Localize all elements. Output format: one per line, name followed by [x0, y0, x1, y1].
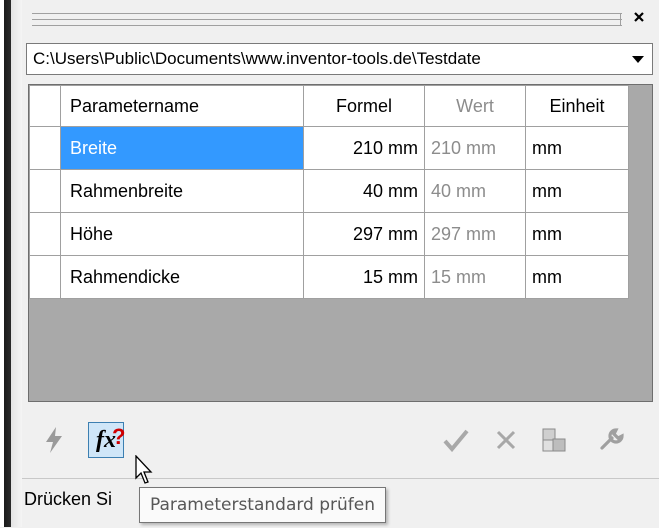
document-path-dropdown[interactable]: C:\Users\Public\Documents\www.inventor-t… [26, 43, 653, 75]
titlebar-grip-end [620, 13, 621, 26]
cell-einheit[interactable]: mm [525, 126, 629, 170]
delete-x-icon [496, 430, 516, 450]
column-header-einheit[interactable]: Einheit [525, 85, 629, 127]
blocks-button[interactable] [536, 422, 572, 458]
close-icon [634, 12, 644, 22]
column-header-formel[interactable]: Formel [303, 85, 425, 127]
column-header-wert[interactable]: Wert [424, 85, 526, 127]
lightning-icon [46, 427, 62, 453]
cell-formel[interactable]: 15 mm [303, 255, 425, 299]
dropdown-arrow-button[interactable] [624, 44, 652, 74]
fx-check-icon: fx? [96, 423, 126, 453]
row-header[interactable] [29, 212, 61, 256]
panel-titlebar[interactable] [22, 0, 659, 38]
parameter-grid: Parametername Formel Wert Einheit Breite… [28, 84, 653, 402]
document-path-value: C:\Users\Public\Documents\www.inventor-t… [33, 49, 481, 68]
row-header[interactable] [29, 126, 61, 170]
parameter-standard-check-button[interactable]: fx? [88, 422, 126, 458]
parameter-panel: C:\Users\Public\Documents\www.inventor-t… [22, 0, 659, 528]
settings-button[interactable] [594, 422, 630, 458]
blocks-icon [542, 428, 566, 452]
row-header[interactable] [29, 169, 61, 213]
cell-wert: 40 mm [424, 169, 526, 213]
corner-header [29, 85, 61, 127]
cell-parametername[interactable]: Rahmendicke [60, 255, 304, 299]
cell-formel[interactable]: 210 mm [303, 126, 425, 170]
titlebar-grip-line [32, 19, 622, 20]
cell-einheit[interactable]: mm [525, 255, 629, 299]
chevron-down-icon [632, 55, 644, 63]
cell-parametername[interactable]: Rahmenbreite [60, 169, 304, 213]
table-row[interactable]: Höhe 297 mm 297 mm mm [29, 212, 629, 256]
close-button[interactable] [631, 10, 647, 28]
delete-button[interactable] [488, 422, 524, 458]
cell-wert: 210 mm [424, 126, 526, 170]
cell-formel[interactable]: 297 mm [303, 212, 425, 256]
cell-formel[interactable]: 40 mm [303, 169, 425, 213]
mouse-pointer-icon [135, 455, 153, 484]
apply-button[interactable] [438, 422, 474, 458]
wrench-icon [600, 428, 624, 450]
titlebar-grip-line [32, 13, 622, 14]
table-header-row: Parametername Formel Wert Einheit [29, 85, 629, 127]
parameter-table: Parametername Formel Wert Einheit Breite… [29, 85, 629, 299]
table-row[interactable]: Breite 210 mm 210 mm mm [29, 126, 629, 170]
table-row[interactable]: Rahmendicke 15 mm 15 mm mm [29, 255, 629, 299]
cell-einheit[interactable]: mm [525, 169, 629, 213]
cell-einheit[interactable]: mm [525, 212, 629, 256]
status-text: Drücken Si [24, 489, 113, 509]
bottom-toolbar: fx? [22, 410, 659, 470]
question-mark-icon: ? [112, 423, 126, 449]
cell-wert: 15 mm [424, 255, 526, 299]
row-header[interactable] [29, 255, 61, 299]
checkmark-icon [443, 429, 469, 452]
cell-parametername[interactable]: Höhe [60, 212, 304, 256]
cell-parametername[interactable]: Breite [60, 126, 304, 170]
lightning-button[interactable] [36, 422, 72, 458]
cell-wert: 297 mm [424, 212, 526, 256]
table-row[interactable]: Rahmenbreite 40 mm 40 mm mm [29, 169, 629, 213]
column-header-parametername[interactable]: Parametername [60, 85, 304, 127]
titlebar-grip-line [32, 25, 622, 26]
window-left-border [0, 0, 22, 527]
tooltip: Parameterstandard prüfen [139, 487, 387, 523]
